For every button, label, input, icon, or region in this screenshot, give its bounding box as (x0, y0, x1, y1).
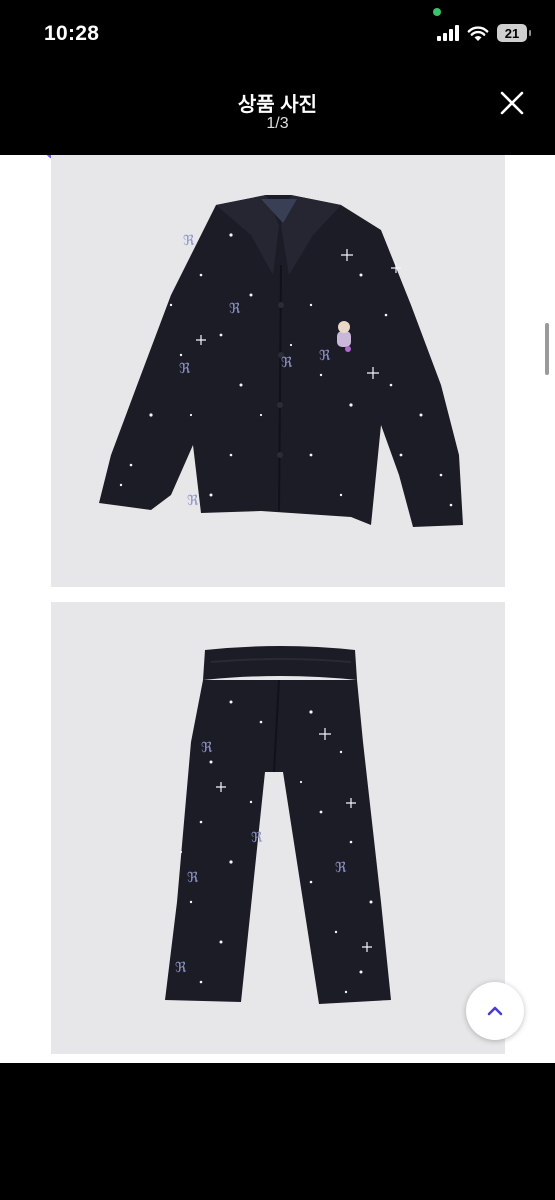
svg-text:ℜ: ℜ (281, 355, 293, 371)
pajama-top-image: ℜ ℜ ℜ ℜ ℜ ℜ (51, 155, 505, 587)
status-bar: 10:28 21 (0, 0, 555, 70)
camera-indicator-icon (433, 8, 441, 16)
viewer-header: 상품 사진 1/3 (0, 70, 555, 155)
status-time: 10:28 (44, 22, 100, 45)
battery-level: 21 (504, 25, 520, 41)
scroll-to-top-button[interactable] (466, 982, 524, 1040)
battery-icon: 21 (497, 24, 531, 42)
svg-text:ℜ: ℜ (229, 301, 241, 317)
scrollbar[interactable] (545, 323, 549, 375)
svg-text:ℜ: ℜ (335, 860, 347, 876)
close-icon[interactable] (499, 90, 525, 116)
svg-text:ℜ: ℜ (183, 233, 195, 249)
product-photo-top[interactable]: ℜ ℜ ℜ ℜ ℜ ℜ (51, 155, 505, 587)
photo-gallery[interactable]: ℜ ℜ ℜ ℜ ℜ ℜ ℜ ℜ ℜ ℜ ℜ (0, 155, 555, 1063)
chevron-up-icon (487, 1006, 503, 1016)
svg-text:ℜ: ℜ (319, 348, 331, 364)
page-title: 상품 사진 (237, 94, 318, 116)
status-icons: 21 (437, 24, 531, 42)
product-photo-pants[interactable]: ℜ ℜ ℜ ℜ ℜ (51, 602, 505, 1054)
svg-text:ℜ: ℜ (179, 361, 191, 377)
photo-counter: 1/3 (266, 115, 289, 132)
svg-text:ℜ: ℜ (201, 740, 213, 756)
svg-text:ℜ: ℜ (175, 960, 187, 976)
svg-text:ℜ: ℜ (251, 830, 263, 846)
wifi-icon (467, 25, 489, 41)
svg-text:ℜ: ℜ (187, 493, 199, 509)
signal-icon (437, 25, 459, 41)
pajama-pants-image: ℜ ℜ ℜ ℜ ℜ (51, 602, 505, 1054)
svg-text:ℜ: ℜ (187, 870, 199, 886)
